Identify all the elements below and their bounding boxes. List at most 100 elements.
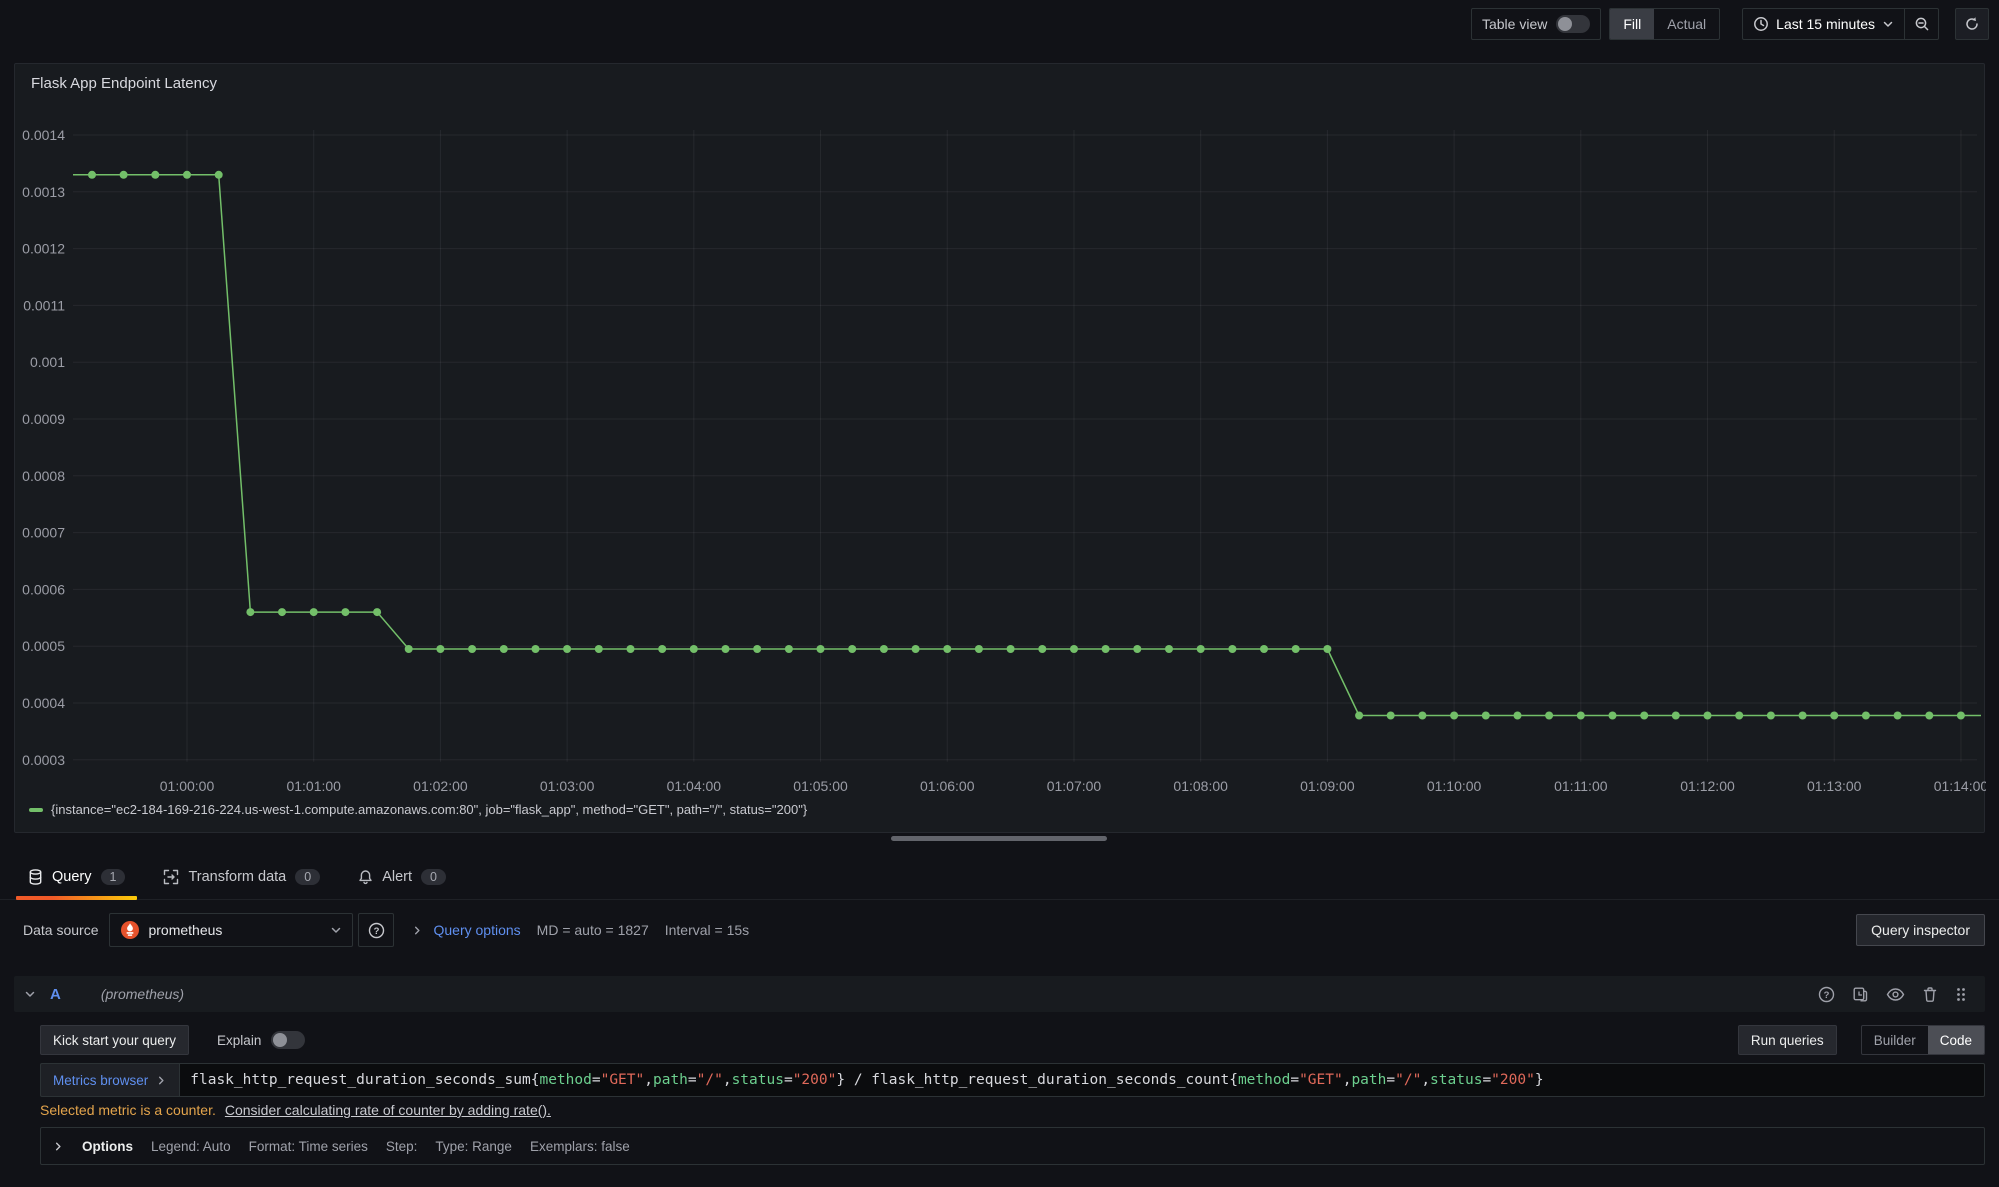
prometheus-icon bbox=[120, 920, 140, 940]
bell-icon bbox=[358, 869, 373, 885]
warning-text: Selected metric is a counter. bbox=[40, 1102, 216, 1118]
metrics-browser-toggle[interactable]: Metrics browser bbox=[40, 1063, 179, 1097]
svg-text:0.0004: 0.0004 bbox=[22, 695, 65, 711]
database-icon bbox=[28, 869, 43, 885]
tab-query-label: Query bbox=[52, 869, 92, 885]
tab-transform-label: Transform data bbox=[188, 869, 286, 885]
refresh-button[interactable] bbox=[1955, 8, 1989, 40]
tab-alert-count: 0 bbox=[421, 869, 446, 885]
time-range-label: Last 15 minutes bbox=[1776, 16, 1875, 32]
svg-text:01:13:00: 01:13:00 bbox=[1807, 778, 1862, 794]
chevron-right-icon bbox=[53, 1141, 64, 1152]
svg-text:01:07:00: 01:07:00 bbox=[1047, 778, 1102, 794]
query-options-collapsed[interactable]: Options Legend: AutoFormat: Time seriesS… bbox=[40, 1127, 1985, 1165]
fill-option[interactable]: Fill bbox=[1610, 9, 1654, 39]
actual-option[interactable]: Actual bbox=[1654, 9, 1719, 39]
svg-text:?: ? bbox=[374, 926, 380, 937]
duplicate-query-button[interactable] bbox=[1852, 986, 1869, 1003]
chevron-down-icon bbox=[1882, 18, 1894, 30]
svg-text:01:11:00: 01:11:00 bbox=[1554, 778, 1608, 794]
time-range-picker: Last 15 minutes bbox=[1742, 8, 1939, 40]
remove-query-button[interactable] bbox=[1922, 986, 1938, 1003]
explain-toggle[interactable] bbox=[271, 1031, 305, 1049]
query-datasource-hint: (prometheus) bbox=[101, 986, 184, 1002]
zoom-out-time-button[interactable] bbox=[1904, 9, 1938, 39]
query-ref-id: A bbox=[50, 986, 61, 1003]
svg-text:01:06:00: 01:06:00 bbox=[920, 778, 975, 794]
svg-text:01:03:00: 01:03:00 bbox=[540, 778, 595, 794]
panel-editor-toolbar: Table view Fill Actual Last 15 minutes bbox=[0, 0, 1999, 48]
svg-text:01:12:00: 01:12:00 bbox=[1680, 778, 1735, 794]
datasource-label: Data source bbox=[23, 922, 98, 938]
hide-response-button[interactable] bbox=[1886, 986, 1905, 1003]
datasource-bar: Data source prometheus ? Query options M… bbox=[0, 910, 1999, 950]
help-circle-icon: ? bbox=[368, 922, 385, 939]
code-option[interactable]: Code bbox=[1928, 1026, 1984, 1054]
query-options-toggle[interactable]: Query options bbox=[412, 922, 520, 938]
svg-text:0.0013: 0.0013 bbox=[22, 184, 65, 200]
drag-handle[interactable] bbox=[1955, 986, 1967, 1003]
chevron-right-icon bbox=[156, 1075, 167, 1086]
table-view-label: Table view bbox=[1482, 16, 1547, 32]
tab-query[interactable]: Query 1 bbox=[16, 855, 137, 900]
horizontal-scrollbar[interactable] bbox=[891, 836, 1107, 841]
options-detail: Type: Range bbox=[435, 1139, 512, 1154]
svg-text:0.0008: 0.0008 bbox=[22, 468, 65, 484]
query-editor-toolbar: Kick start your query Explain Run querie… bbox=[40, 1025, 1985, 1055]
svg-text:01:14:00: 01:14:00 bbox=[1934, 778, 1986, 794]
query-row-header[interactable]: A (prometheus) ? bbox=[14, 976, 1985, 1012]
interval-text: Interval = 15s bbox=[665, 922, 749, 938]
latency-chart[interactable]: 0.00140.00130.00120.00110.0010.00090.000… bbox=[15, 64, 1986, 798]
builder-option[interactable]: Builder bbox=[1862, 1026, 1928, 1054]
datasource-picker[interactable]: prometheus bbox=[109, 913, 353, 947]
svg-text:01:04:00: 01:04:00 bbox=[667, 778, 722, 794]
svg-text:01:00:00: 01:00:00 bbox=[160, 778, 215, 794]
svg-text:01:02:00: 01:02:00 bbox=[413, 778, 468, 794]
query-inspector-button[interactable]: Query inspector bbox=[1856, 914, 1985, 946]
builder-code-switch: Builder Code bbox=[1861, 1025, 1985, 1055]
grip-dots-icon bbox=[1955, 986, 1967, 1003]
svg-text:01:08:00: 01:08:00 bbox=[1173, 778, 1228, 794]
tab-transform-data[interactable]: Transform data 0 bbox=[151, 855, 332, 900]
tab-alert-label: Alert bbox=[382, 869, 412, 885]
svg-text:0.0007: 0.0007 bbox=[22, 525, 65, 541]
time-range-button[interactable]: Last 15 minutes bbox=[1743, 16, 1904, 32]
kick-start-query-button[interactable]: Kick start your query bbox=[40, 1025, 189, 1055]
datasource-help-button[interactable]: ? bbox=[358, 913, 394, 947]
svg-text:0.001: 0.001 bbox=[30, 354, 65, 370]
chevron-right-icon bbox=[412, 925, 423, 936]
promql-query-input[interactable]: flask_http_request_duration_seconds_sum{… bbox=[179, 1063, 1985, 1097]
run-queries-button[interactable]: Run queries bbox=[1738, 1025, 1837, 1055]
zoom-out-icon bbox=[1914, 16, 1930, 32]
tab-alert[interactable]: Alert 0 bbox=[346, 855, 458, 900]
series-legend-label: {instance="ec2-184-169-216-224.us-west-1… bbox=[51, 802, 807, 817]
query-help-button[interactable]: ? bbox=[1818, 986, 1835, 1003]
max-data-points-text: MD = auto = 1827 bbox=[537, 922, 649, 938]
svg-text:01:09:00: 01:09:00 bbox=[1300, 778, 1355, 794]
timeseries-panel: 0.00140.00130.00120.00110.0010.00090.000… bbox=[14, 63, 1985, 833]
editor-tabs: Query 1 Transform data 0 Alert 0 bbox=[0, 855, 1999, 900]
svg-text:0.0005: 0.0005 bbox=[22, 638, 65, 654]
panel-title: Flask App Endpoint Latency bbox=[31, 75, 217, 92]
svg-text:0.0012: 0.0012 bbox=[22, 241, 65, 257]
refresh-icon bbox=[1964, 16, 1980, 32]
tab-transform-count: 0 bbox=[295, 869, 320, 885]
options-detail: Step: bbox=[386, 1139, 418, 1154]
fill-actual-switch: Fill Actual bbox=[1609, 8, 1720, 40]
add-rate-link[interactable]: Consider calculating rate of counter by … bbox=[225, 1102, 551, 1118]
promql-editor: Metrics browser flask_http_request_durat… bbox=[40, 1063, 1985, 1097]
explain-control: Explain bbox=[217, 1031, 305, 1049]
series-color-swatch bbox=[29, 808, 43, 812]
table-view-toggle[interactable] bbox=[1556, 15, 1590, 33]
options-label: Options bbox=[82, 1139, 133, 1154]
svg-text:0.0006: 0.0006 bbox=[22, 581, 65, 597]
svg-text:01:05:00: 01:05:00 bbox=[793, 778, 848, 794]
svg-text:0.0003: 0.0003 bbox=[22, 752, 65, 768]
svg-text:01:10:00: 01:10:00 bbox=[1427, 778, 1482, 794]
copy-icon bbox=[1852, 986, 1869, 1003]
metrics-browser-label: Metrics browser bbox=[53, 1073, 148, 1088]
table-view-control: Table view bbox=[1471, 8, 1601, 40]
help-circle-icon: ? bbox=[1818, 986, 1835, 1003]
svg-text:?: ? bbox=[1824, 990, 1830, 1001]
legend-item[interactable]: {instance="ec2-184-169-216-224.us-west-1… bbox=[29, 802, 807, 817]
